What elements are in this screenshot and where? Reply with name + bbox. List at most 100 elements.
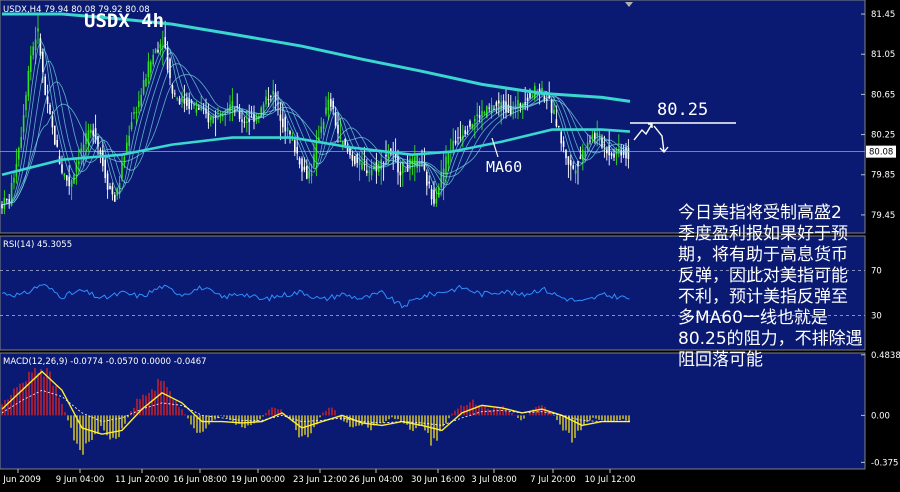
x-tick-label: 3 Jul 08:00: [471, 475, 517, 485]
candle-body: [625, 147, 627, 159]
x-tick-label: 10 Jul 12:00: [585, 475, 636, 485]
candle-body: [514, 104, 517, 106]
candle-body: [49, 104, 51, 115]
candle-body: [562, 141, 565, 147]
candle-body: [404, 171, 406, 173]
candle-body: [30, 55, 32, 72]
candle-body: [157, 49, 159, 53]
macd-tick-label: 0.00: [871, 411, 890, 421]
candle-body: [82, 144, 85, 152]
candle-body: [488, 107, 490, 109]
candle-body: [361, 163, 363, 170]
candle-body: [54, 125, 56, 145]
candle-body: [447, 153, 450, 165]
candle-body: [166, 47, 169, 70]
candle-body: [294, 140, 296, 153]
x-tick-label: 16 Jun 08:00: [173, 475, 227, 485]
svg-text:80.08: 80.08: [869, 148, 893, 158]
candle-body: [430, 189, 433, 200]
candle-body: [531, 94, 534, 96]
x-axis-ticks: 4 Jun 2009 9 Jun 04:00 11 Jun 20:00 16 Jun …: [0, 469, 635, 485]
candle-body: [474, 119, 476, 122]
candle-body: [195, 108, 198, 113]
candle-body: [121, 163, 123, 179]
commentary-line: 不利，预计美指反弹至: [678, 287, 848, 307]
candle-body: [61, 164, 63, 173]
price-tick-label: 79.85: [871, 171, 895, 181]
candle-body: [423, 164, 426, 170]
candle-body: [322, 121, 325, 129]
x-tick-label: 23 Jun 12:00: [293, 475, 347, 485]
candle-body: [176, 98, 178, 100]
candle-body: [627, 147, 630, 159]
price-tick-label: 80.25: [871, 131, 895, 141]
candle-body: [126, 142, 128, 153]
candle-body: [327, 99, 330, 111]
candle-body: [13, 177, 15, 183]
candle-body: [210, 116, 212, 121]
target-level-label: 80.25: [657, 100, 708, 120]
candle-body: [171, 85, 174, 94]
candle-body: [454, 140, 457, 144]
x-tick-label: 11 Jun 20:00: [115, 475, 169, 485]
candle-body: [164, 37, 166, 49]
candle-body: [34, 39, 37, 51]
candle-body: [6, 199, 8, 201]
candle-body: [70, 180, 73, 187]
chart-window: 81.45 81.05 80.65 80.25 79.85 79.45 70 30 0.48…: [0, 0, 900, 488]
commentary-line: 反弹，因此对美指可能: [678, 266, 848, 286]
price-panel: [0, 0, 866, 234]
candle-body: [565, 149, 567, 159]
candle-body: [366, 170, 368, 174]
x-tick-label: 9 Jun 04:00: [56, 475, 105, 485]
x-tick-label: 7 Jul 20:00: [530, 475, 576, 485]
candle-body: [483, 111, 486, 114]
candle-body: [370, 169, 373, 176]
candle-body: [80, 148, 82, 152]
candle-body: [502, 100, 505, 110]
candle-body: [267, 99, 270, 101]
candle-body: [610, 153, 613, 156]
candle-body: [198, 107, 200, 110]
candle-body: [301, 158, 303, 172]
candle-body: [351, 154, 354, 161]
candle-body: [219, 116, 222, 118]
candle-body: [495, 102, 498, 107]
x-tick-label: 19 Jun 00:00: [231, 475, 285, 485]
candle-body: [286, 127, 289, 132]
candle-body: [68, 176, 70, 186]
x-tick-label: 26 Jun 04:00: [349, 475, 403, 485]
candle-body: [243, 121, 246, 123]
candle-body: [27, 70, 30, 97]
price-tick-label: 80.65: [871, 90, 895, 100]
candle-body: [272, 90, 274, 95]
candle-body: [613, 153, 615, 158]
candle-body: [279, 114, 282, 121]
candle-body: [130, 122, 133, 130]
candle-body: [140, 94, 142, 106]
candle-body: [426, 171, 428, 186]
macd-tick-label: -0.375: [871, 458, 898, 468]
candle-body: [135, 111, 138, 113]
candle-body: [296, 146, 298, 154]
commentary-line: 期，将有助于高息货币: [678, 245, 848, 265]
price-tick-label: 81.45: [871, 10, 895, 20]
candle-body: [142, 79, 145, 94]
candle-body: [481, 110, 483, 117]
candle-body: [241, 119, 243, 122]
candle-body: [152, 54, 154, 65]
candle-body: [183, 98, 186, 104]
candle-body: [572, 165, 574, 169]
commentary-line: 今日美指将受制高盛2: [678, 203, 842, 223]
candle-body: [553, 109, 555, 115]
candle-body: [42, 51, 44, 72]
candle-body: [104, 159, 106, 179]
candle-body: [478, 115, 481, 118]
candle-body: [399, 171, 402, 176]
x-tick-label: 4 Jun 2009: [0, 475, 41, 485]
candle-body: [138, 101, 140, 108]
candle-body: [265, 96, 267, 105]
candle-body: [200, 108, 202, 110]
candle-body: [20, 136, 22, 148]
candle-body: [174, 93, 176, 95]
